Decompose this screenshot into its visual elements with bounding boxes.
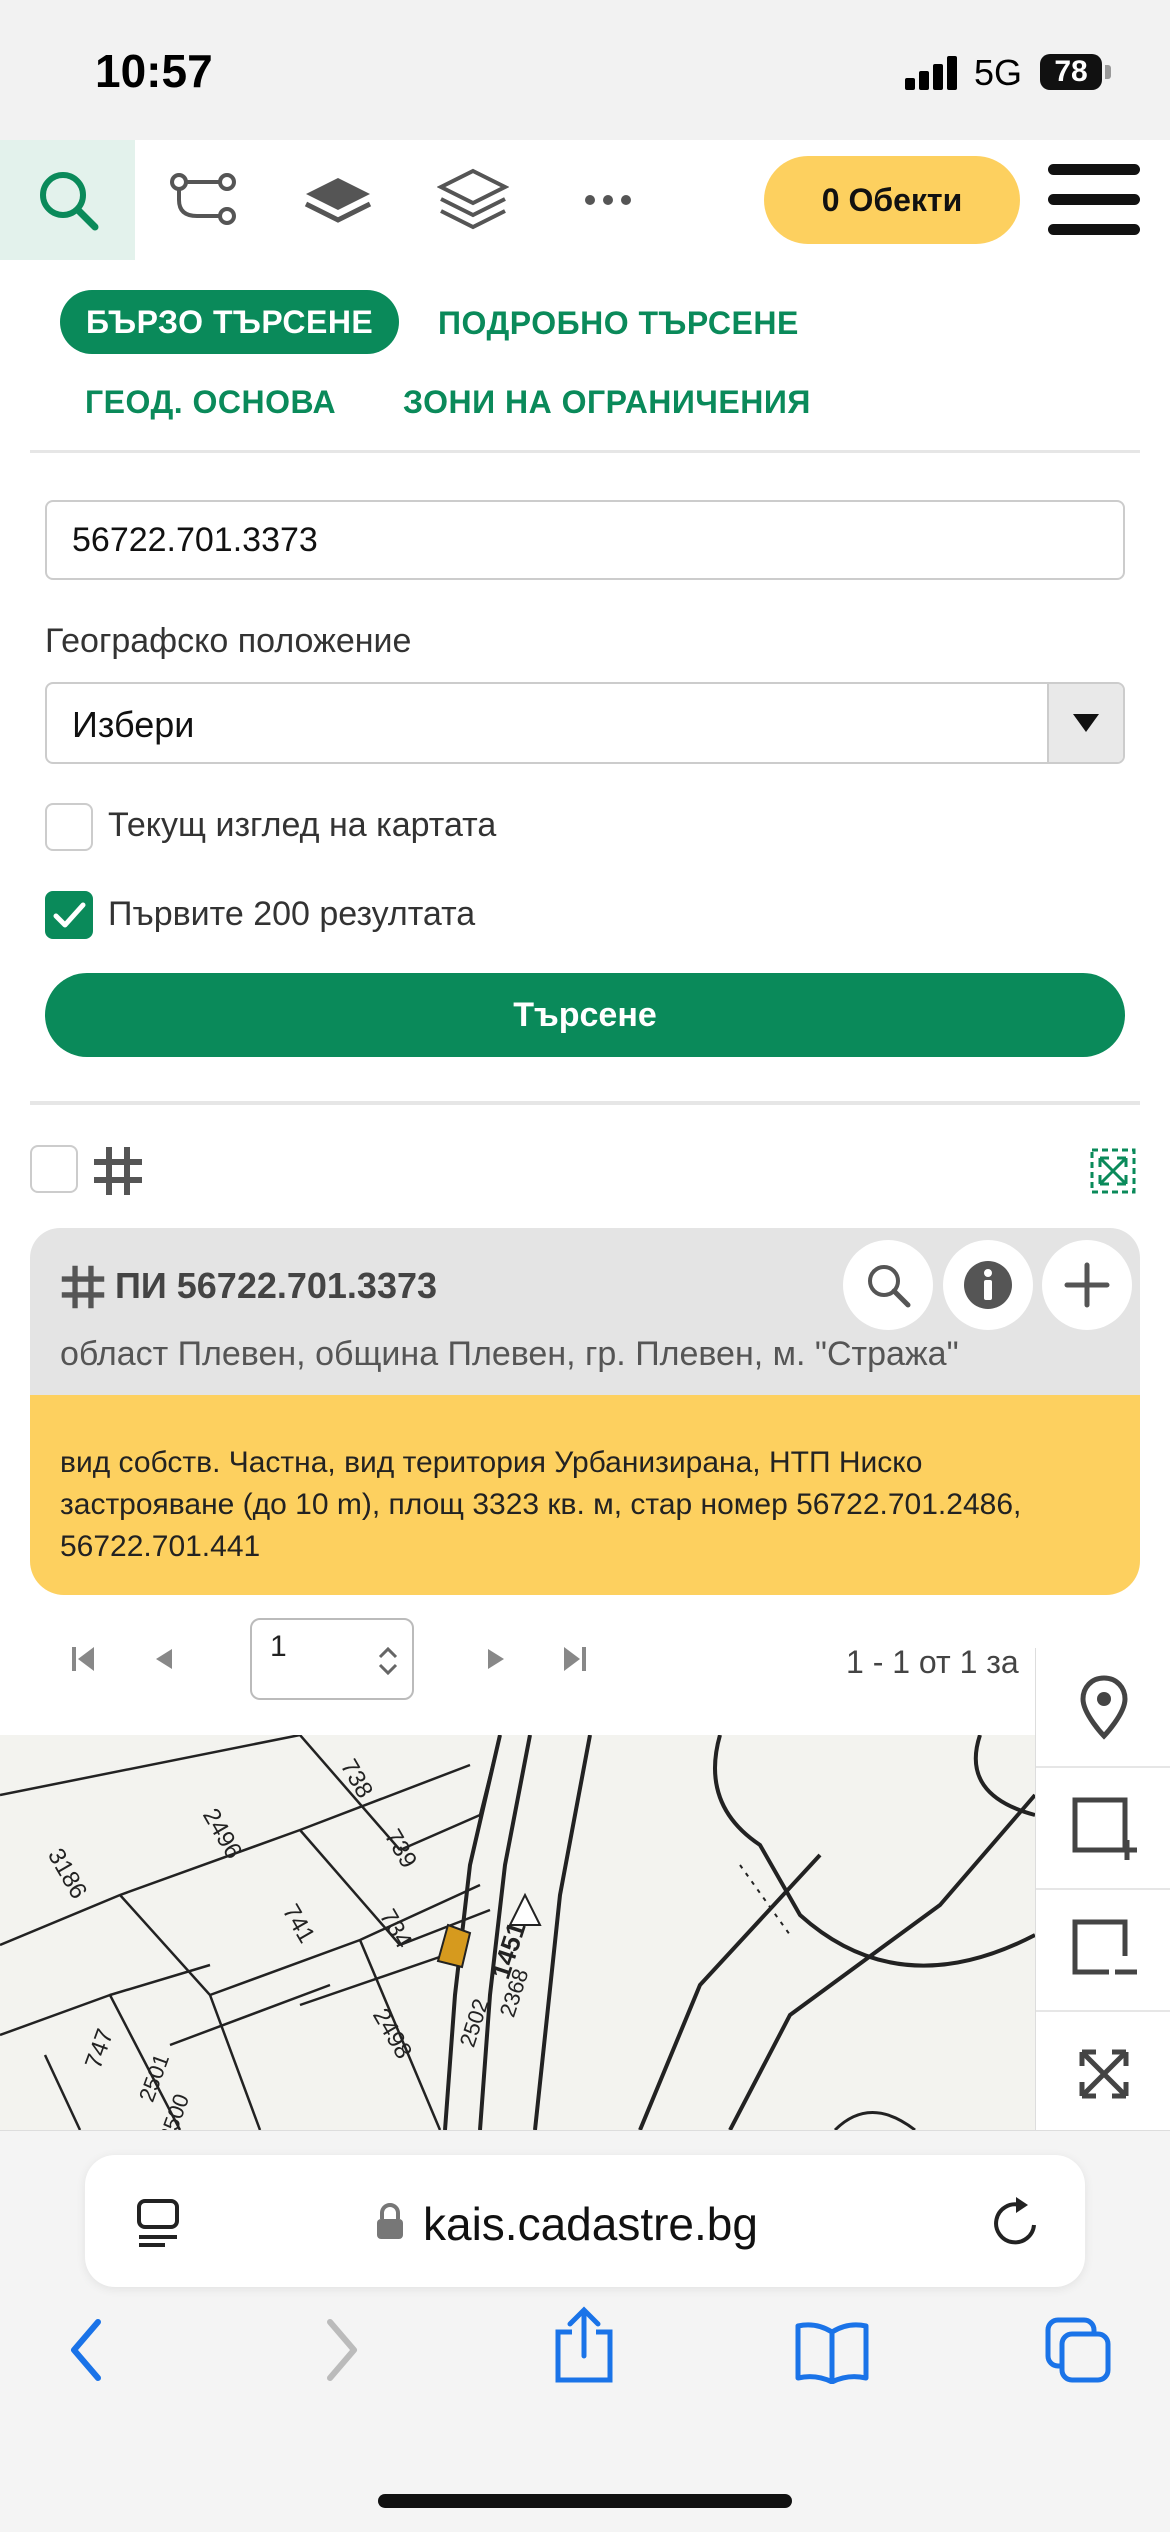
page-range: 1 - 1 от 1 за [846, 1644, 1019, 1680]
location-pin-icon [1079, 1675, 1128, 1740]
layer-icon [304, 178, 371, 223]
parcel-grid-icon [61, 1265, 105, 1309]
tool-more[interactable] [540, 140, 675, 260]
last-page-icon[interactable] [560, 1644, 588, 1674]
rect-remove-icon [1072, 1919, 1137, 1975]
dropdown-arrow-icon [1047, 684, 1123, 762]
divider [30, 450, 1140, 453]
divider [30, 1101, 1140, 1105]
map-controls [1035, 1648, 1170, 2130]
tool-layer[interactable] [270, 140, 405, 260]
zoom-extent-icon[interactable] [1090, 1148, 1136, 1194]
next-page-icon[interactable] [484, 1644, 508, 1674]
bookmarks-icon[interactable] [794, 2320, 870, 2384]
search-button[interactable]: Търсене [45, 973, 1125, 1057]
current-view-checkbox[interactable] [45, 803, 93, 851]
result-description: вид собств. Частна, вид територия Урбани… [60, 1446, 1022, 1563]
status-time: 10:57 [95, 45, 213, 97]
battery-icon: 78 [1040, 54, 1102, 90]
tab-detailed-search[interactable]: ПОДРОБНО ТЪРСЕНЕ [438, 305, 799, 342]
geo-select-value: Избери [72, 704, 195, 745]
share-icon[interactable] [552, 2306, 616, 2384]
map-canvas [0, 1735, 1037, 2130]
signal-icon [905, 56, 957, 90]
forward-icon[interactable] [322, 2318, 362, 2382]
draw-rect-add-button[interactable] [1036, 1770, 1170, 1890]
address-bar[interactable]: kais.cadastre.bg [85, 2155, 1085, 2287]
tab-quick-search[interactable]: БЪРЗО ТЪРСЕНЕ [60, 290, 400, 354]
first200-checkbox[interactable] [45, 891, 93, 939]
network-type: 5G [974, 52, 1023, 93]
geo-label: Географско положение [45, 622, 412, 660]
current-view-label: Текущ изглед на картата [108, 806, 497, 844]
route-icon [169, 173, 236, 225]
tool-route[interactable] [135, 140, 270, 260]
rect-add-icon [1072, 1797, 1137, 1860]
map-toolbar: 0 Обекти [0, 140, 1170, 260]
grid-icon [94, 1147, 142, 1195]
hamburger-menu-icon[interactable] [1048, 164, 1140, 236]
layers-stack-icon [436, 168, 509, 230]
first200-label: Първите 200 резултата [108, 895, 476, 933]
magnifier-icon [868, 1265, 911, 1308]
reader-icon[interactable] [135, 2197, 183, 2247]
reload-icon[interactable] [990, 2195, 1042, 2249]
search-input[interactable] [45, 500, 1125, 580]
tab-restriction-zones[interactable]: ЗОНИ НА ОГРАНИЧЕНИЯ [403, 384, 811, 421]
battery-nub [1105, 65, 1111, 79]
more-icon [584, 195, 631, 205]
result-add-button[interactable] [1042, 1240, 1132, 1330]
tool-search[interactable] [0, 140, 135, 260]
lock-icon [377, 2203, 403, 2239]
draw-rect-remove-button[interactable] [1036, 1892, 1170, 2012]
page-number: 1 [270, 1630, 287, 1663]
objects-button[interactable]: 0 Обекти [764, 156, 1020, 244]
tool-layers[interactable] [405, 140, 540, 260]
first-page-icon[interactable] [70, 1644, 98, 1674]
check-icon [53, 902, 86, 928]
geo-select[interactable]: Избери [45, 682, 1125, 764]
result-title: ПИ 56722.701.3373 [115, 1265, 438, 1306]
tabs-icon[interactable] [1044, 2316, 1114, 2386]
location-button[interactable] [1036, 1648, 1170, 1768]
cadastral-map[interactable]: 738 2496 739 3186 741 734 1451 2368 2502… [0, 1735, 1170, 2130]
stepper-icon [378, 1646, 398, 1676]
fullscreen-button[interactable] [1036, 2014, 1170, 2134]
result-zoom-button[interactable] [843, 1240, 933, 1330]
home-indicator [378, 2494, 792, 2508]
search-icon [39, 172, 98, 231]
prev-page-icon[interactable] [152, 1644, 176, 1674]
result-subtitle: област Плевен, община Плевен, гр. Плевен… [60, 1335, 959, 1373]
expand-icon [1079, 2049, 1128, 2099]
tab-geo-base[interactable]: ГЕОД. ОСНОВА [85, 384, 336, 421]
result-info-button[interactable] [943, 1240, 1033, 1330]
plus-icon [1064, 1262, 1110, 1308]
page-number-input[interactable]: 1 [250, 1618, 414, 1700]
select-all-checkbox[interactable] [30, 1145, 78, 1193]
back-icon[interactable] [66, 2318, 106, 2382]
status-bar: 10:57 5G 78 [0, 0, 1170, 140]
url-text: kais.cadastre.bg [423, 2198, 758, 2250]
info-icon [964, 1261, 1012, 1309]
